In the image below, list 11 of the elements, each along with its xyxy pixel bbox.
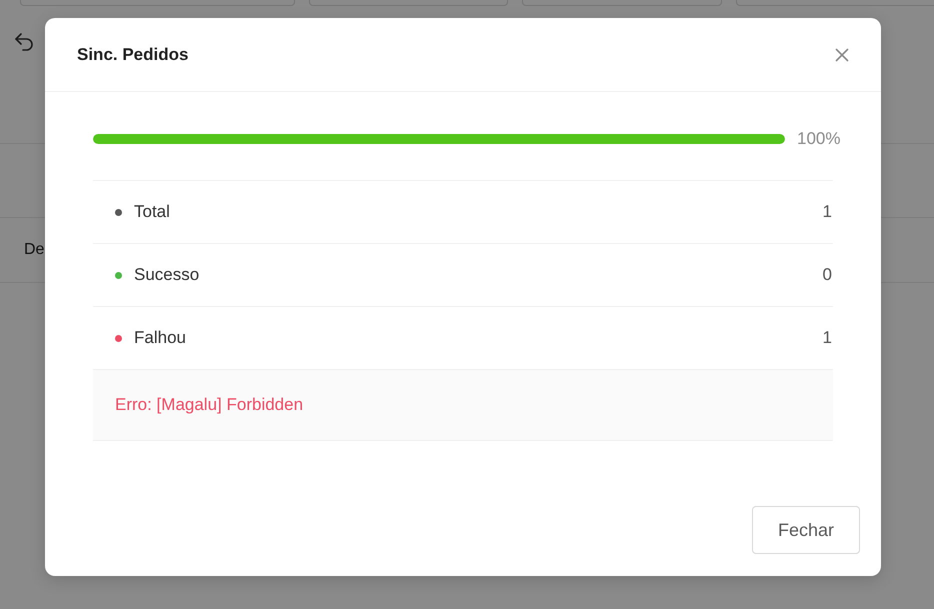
close-dialog-button[interactable]: Fechar <box>752 506 860 554</box>
dialog-title: Sinc. Pedidos <box>77 44 188 66</box>
stat-value: 0 <box>822 264 832 286</box>
stat-label: Sucesso <box>134 264 200 286</box>
stat-value: 1 <box>822 201 832 224</box>
progress-percent: 100% <box>797 128 842 150</box>
column-header: De <box>24 240 44 260</box>
stat-label: Falhou <box>134 327 186 350</box>
error-message: Erro: [Magalu] Forbidden <box>115 394 304 416</box>
stat-label: Total <box>134 201 170 224</box>
stat-value: 1 <box>822 327 832 350</box>
